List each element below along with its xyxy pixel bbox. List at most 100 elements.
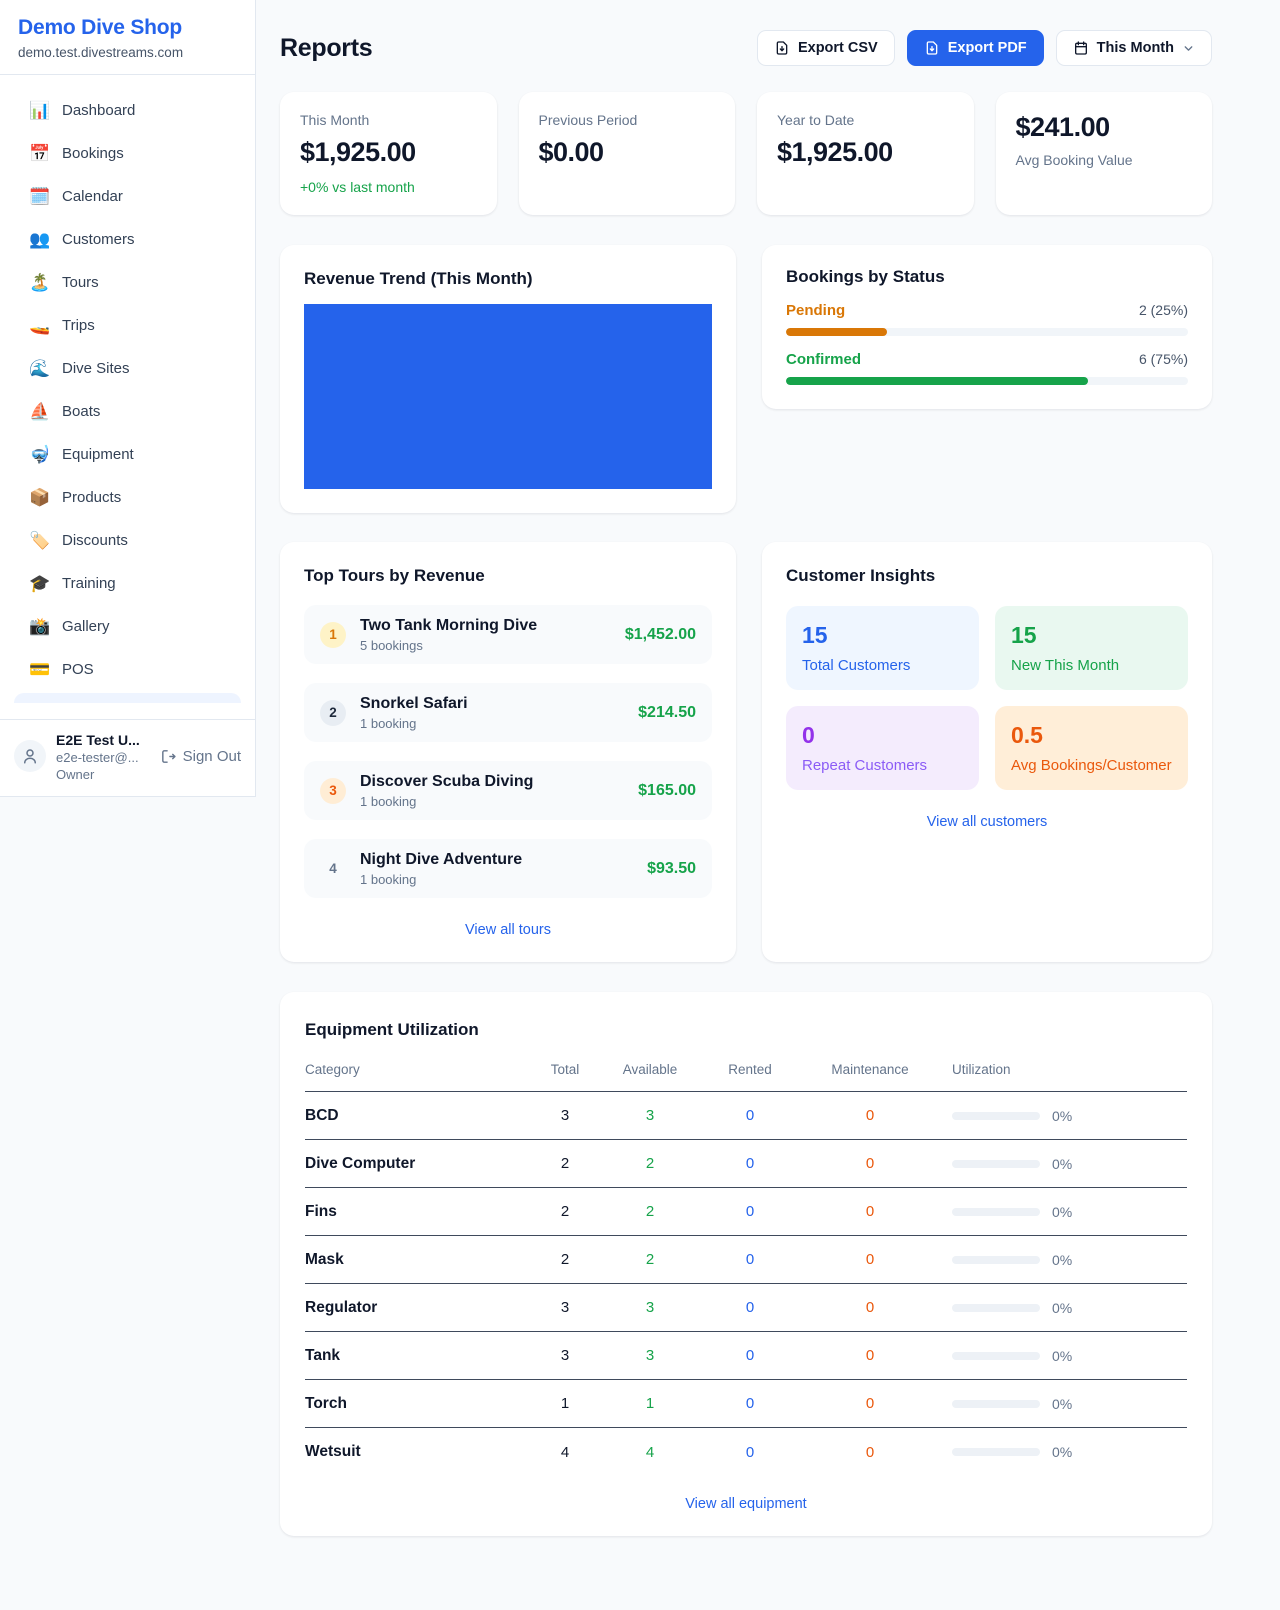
- period-label: This Month: [1097, 40, 1174, 56]
- bookings-by-status-card: Bookings by Status Pending 2 (25%) Confi…: [762, 245, 1212, 409]
- stat-card-previous-period: Previous Period $0.00: [519, 92, 736, 215]
- equipment-available: 2: [600, 1251, 700, 1268]
- view-all-customers-link[interactable]: View all customers: [927, 814, 1048, 830]
- sidebar-item-pos[interactable]: 💳 POS: [12, 648, 243, 691]
- equipment-available: 3: [600, 1107, 700, 1124]
- utilization-percent: 0%: [1052, 1444, 1072, 1460]
- equipment-total: 3: [530, 1107, 600, 1124]
- rank-badge: 1: [320, 622, 346, 648]
- sidebar-item-bookings[interactable]: 📅 Bookings: [12, 132, 243, 175]
- insight-tile-total-customers: 15 Total Customers: [786, 606, 979, 690]
- period-dropdown[interactable]: This Month: [1056, 30, 1212, 66]
- sidebar-item-discounts[interactable]: 🏷️ Discounts: [12, 519, 243, 562]
- people-icon: 👥: [29, 230, 49, 250]
- stat-value: $1,925.00: [300, 137, 477, 168]
- brand-block: Demo Dive Shop demo.test.divestreams.com: [0, 0, 255, 75]
- export-csv-label: Export CSV: [798, 40, 878, 56]
- sidebar-item-label: Dive Sites: [62, 360, 130, 377]
- equipment-maintenance: 0: [800, 1299, 940, 1316]
- equipment-category: Tank: [305, 1347, 530, 1365]
- sidebar-item-training[interactable]: 🎓 Training: [12, 562, 243, 605]
- column-header-available: Available: [600, 1062, 700, 1077]
- shop-domain: demo.test.divestreams.com: [18, 45, 239, 60]
- export-pdf-button[interactable]: Export PDF: [907, 30, 1044, 66]
- user-role: Owner: [56, 767, 150, 782]
- chevron-down-icon: [1182, 42, 1195, 55]
- rank-badge: 3: [320, 778, 346, 804]
- equipment-category: Regulator: [305, 1299, 530, 1317]
- sidebar-item-dashboard[interactable]: 📊 Dashboard: [12, 89, 243, 132]
- utilization-bar-track: [952, 1448, 1040, 1456]
- stat-card-this-month: This Month $1,925.00 +0% vs last month: [280, 92, 497, 215]
- equipment-rented: 0: [700, 1299, 800, 1316]
- export-csv-button[interactable]: Export CSV: [757, 30, 895, 66]
- status-label: Confirmed: [786, 351, 861, 368]
- stat-label: This Month: [300, 112, 477, 128]
- utilization-percent: 0%: [1052, 1300, 1072, 1316]
- sidebar: Demo Dive Shop demo.test.divestreams.com…: [0, 0, 256, 797]
- column-header-rented: Rented: [700, 1062, 800, 1077]
- tour-bookings: 1 booking: [360, 716, 624, 731]
- equipment-maintenance: 0: [800, 1251, 940, 1268]
- equipment-rented: 0: [700, 1347, 800, 1364]
- revenue-trend-title: Revenue Trend (This Month): [304, 269, 712, 289]
- main-content: Reports Export CSV Export PDF This Month: [256, 0, 1280, 1576]
- table-row: Wetsuit 4 4 0 0 0%: [305, 1428, 1187, 1476]
- sidebar-item-trips[interactable]: 🚤 Trips: [12, 304, 243, 347]
- column-header-category: Category: [305, 1062, 530, 1077]
- tour-revenue: $1,452.00: [625, 626, 696, 644]
- tour-list-item: 1 Two Tank Morning Dive 5 bookings $1,45…: [304, 605, 712, 664]
- sidebar-item-products[interactable]: 📦 Products: [12, 476, 243, 519]
- sidebar-item-reports-active-partial[interactable]: [14, 693, 241, 703]
- table-row: Dive Computer 2 2 0 0 0%: [305, 1140, 1187, 1188]
- insight-label: Repeat Customers: [802, 757, 963, 774]
- equipment-rented: 0: [700, 1251, 800, 1268]
- sidebar-item-calendar[interactable]: 🗓️ Calendar: [12, 175, 243, 218]
- sidebar-item-gallery[interactable]: 📸 Gallery: [12, 605, 243, 648]
- equipment-maintenance: 0: [800, 1347, 940, 1364]
- sidebar-item-customers[interactable]: 👥 Customers: [12, 218, 243, 261]
- tour-list-item: 3 Discover Scuba Diving 1 booking $165.0…: [304, 761, 712, 820]
- view-all-tours-link[interactable]: View all tours: [465, 922, 551, 938]
- revenue-trend-card: Revenue Trend (This Month): [280, 245, 736, 513]
- sidebar-item-label: Calendar: [62, 188, 123, 205]
- status-count: 6 (75%): [1139, 351, 1188, 367]
- sidebar-item-label: POS: [62, 661, 94, 678]
- sidebar-item-boats[interactable]: ⛵ Boats: [12, 390, 243, 433]
- utilization-bar-track: [952, 1400, 1040, 1408]
- equipment-utilization-card: Equipment Utilization Category Total Ava…: [280, 992, 1212, 1536]
- sidebar-item-tours[interactable]: 🏝️ Tours: [12, 261, 243, 304]
- table-row: Fins 2 2 0 0 0%: [305, 1188, 1187, 1236]
- top-tours-title: Top Tours by Revenue: [304, 566, 712, 586]
- user-avatar: [14, 740, 46, 772]
- view-all-equipment-link[interactable]: View all equipment: [685, 1496, 806, 1512]
- utilization-percent: 0%: [1052, 1108, 1072, 1124]
- equipment-total: 2: [530, 1251, 600, 1268]
- speedboat-icon: 🚤: [29, 316, 49, 336]
- sidebar-item-equipment[interactable]: 🤿 Equipment: [12, 433, 243, 476]
- status-label: Pending: [786, 302, 845, 319]
- tour-list-item: 4 Night Dive Adventure 1 booking $93.50: [304, 839, 712, 898]
- insights-grid: 15 Total Customers 15 New This Month 0 R…: [786, 606, 1188, 790]
- tour-bookings: 1 booking: [360, 872, 633, 887]
- user-email: e2e-tester@...: [56, 750, 150, 765]
- sign-out-button[interactable]: Sign Out: [160, 748, 241, 765]
- sign-out-label: Sign Out: [183, 748, 241, 765]
- sidebar-item-dive-sites[interactable]: 🌊 Dive Sites: [12, 347, 243, 390]
- tour-bookings: 5 bookings: [360, 638, 611, 653]
- tour-name: Two Tank Morning Dive: [360, 617, 611, 635]
- customer-insights-card: Customer Insights 15 Total Customers 15 …: [762, 542, 1212, 962]
- equipment-total: 4: [530, 1444, 600, 1461]
- sidebar-nav: 📊 Dashboard 📅 Bookings 🗓️ Calendar 👥 Cus…: [0, 75, 255, 719]
- page-header: Reports Export CSV Export PDF This Month: [280, 30, 1212, 66]
- shop-name: Demo Dive Shop: [18, 16, 239, 40]
- stat-delta: +0% vs last month: [300, 179, 477, 195]
- tour-bookings: 1 booking: [360, 794, 624, 809]
- equipment-rented: 0: [700, 1444, 800, 1461]
- insight-tile-repeat-customers: 0 Repeat Customers: [786, 706, 979, 790]
- wave-icon: 🌊: [29, 359, 49, 379]
- equipment-total: 3: [530, 1299, 600, 1316]
- insight-label: Total Customers: [802, 657, 963, 674]
- insight-label: Avg Bookings/Customer: [1011, 757, 1172, 774]
- tour-name: Snorkel Safari: [360, 695, 624, 713]
